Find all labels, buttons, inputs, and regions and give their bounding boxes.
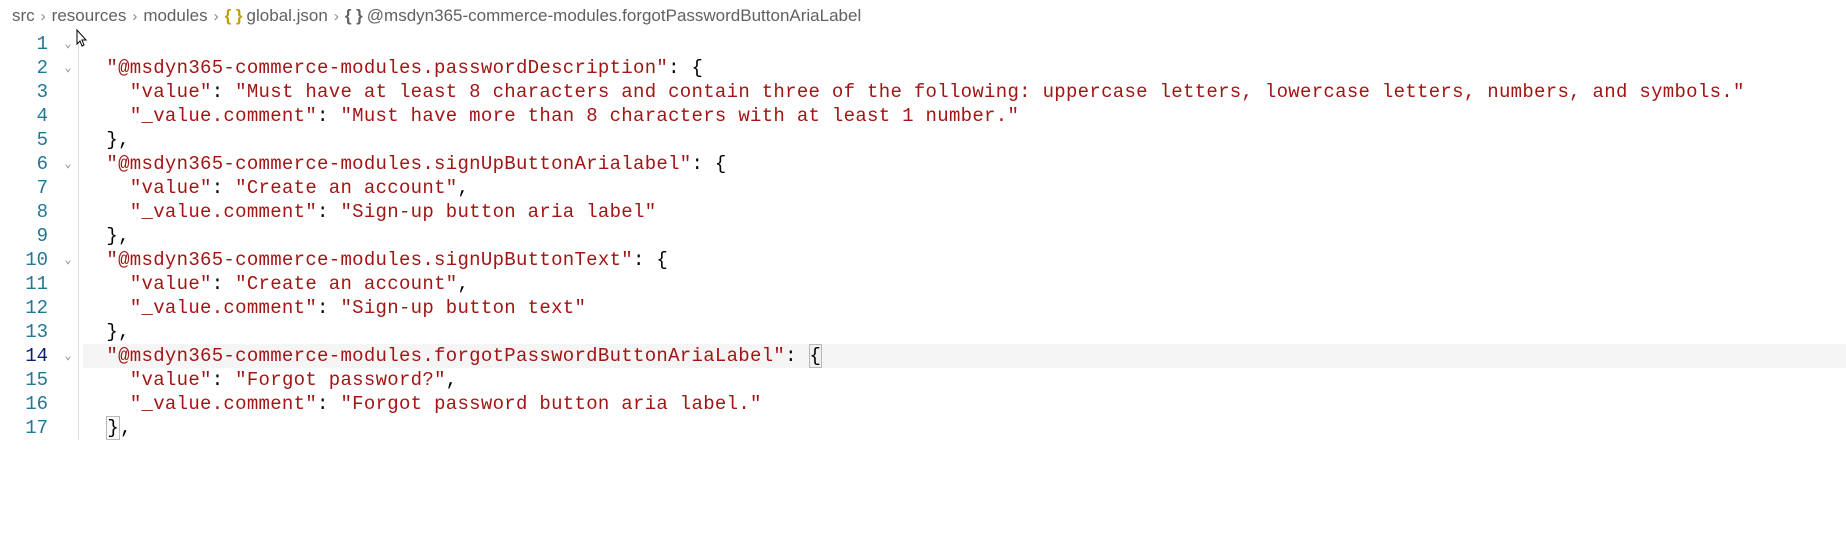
line-number[interactable]: 8 xyxy=(0,200,48,224)
breadcrumb: src › resources › modules › { }global.js… xyxy=(0,0,1846,32)
line-number[interactable]: 15 xyxy=(0,368,48,392)
fold-gutter: ⌄ ⌄ ⌄ ⌄ ⌄ xyxy=(58,32,78,440)
code-line[interactable]: }, xyxy=(83,224,1846,248)
breadcrumb-item-resources[interactable]: resources xyxy=(52,6,127,26)
line-number[interactable]: 12 xyxy=(0,296,48,320)
chevron-right-icon: › xyxy=(214,8,219,25)
code-line[interactable]: "value": "Create an account", xyxy=(83,272,1846,296)
line-number[interactable]: 5 xyxy=(0,128,48,152)
json-object-icon: { } xyxy=(345,6,363,25)
fold-toggle[interactable]: ⌄ xyxy=(58,152,78,176)
breadcrumb-item-modules[interactable]: modules xyxy=(143,6,207,26)
line-number[interactable]: 4 xyxy=(0,104,48,128)
breadcrumb-item-src[interactable]: src xyxy=(12,6,35,26)
line-number[interactable]: 3 xyxy=(0,80,48,104)
fold-toggle[interactable]: ⌄ xyxy=(58,248,78,272)
code-line[interactable]: "value": "Create an account", xyxy=(83,176,1846,200)
code-line[interactable]: "value": "Must have at least 8 character… xyxy=(83,80,1846,104)
code-line[interactable]: "_value.comment": "Must have more than 8… xyxy=(83,104,1846,128)
code-line[interactable]: }, xyxy=(83,128,1846,152)
line-number[interactable]: 11 xyxy=(0,272,48,296)
line-number[interactable]: 13 xyxy=(0,320,48,344)
code-line[interactable]: }, xyxy=(83,416,1846,440)
line-number[interactable]: 17 xyxy=(0,416,48,440)
fold-toggle[interactable]: ⌄ xyxy=(58,56,78,80)
line-number[interactable]: 16 xyxy=(0,392,48,416)
code-line[interactable]: "_value.comment": "Sign-up button text" xyxy=(83,296,1846,320)
code-line[interactable]: "@msdyn365-commerce-modules.forgotPasswo… xyxy=(83,344,1846,368)
code-line[interactable]: "@msdyn365-commerce-modules.passwordDesc… xyxy=(83,56,1846,80)
line-number[interactable]: 1 xyxy=(0,32,48,56)
line-number-gutter: 1 2 3 4 5 6 7 8 9 10 11 12 13 14 15 16 1… xyxy=(0,32,58,440)
json-file-icon: { } xyxy=(225,6,243,25)
chevron-right-icon: › xyxy=(132,8,137,25)
chevron-right-icon: › xyxy=(334,8,339,25)
code-line[interactable]: "value": "Forgot password?", xyxy=(83,368,1846,392)
fold-toggle[interactable]: ⌄ xyxy=(58,344,78,368)
line-number[interactable]: 10 xyxy=(0,248,48,272)
line-number[interactable]: 9 xyxy=(0,224,48,248)
line-number[interactable]: 2 xyxy=(0,56,48,80)
code-editor[interactable]: 1 2 3 4 5 6 7 8 9 10 11 12 13 14 15 16 1… xyxy=(0,32,1846,440)
line-number[interactable]: 6 xyxy=(0,152,48,176)
line-number[interactable]: 14 xyxy=(0,344,48,368)
code-line[interactable]: "@msdyn365-commerce-modules.signUpButton… xyxy=(83,152,1846,176)
breadcrumb-item-file[interactable]: { }global.json xyxy=(225,6,328,26)
breadcrumb-item-symbol[interactable]: { }@msdyn365-commerce-modules.forgotPass… xyxy=(345,6,861,26)
code-line[interactable]: "_value.comment": "Forgot password butto… xyxy=(83,392,1846,416)
code-line[interactable]: "_value.comment": "Sign-up button aria l… xyxy=(83,200,1846,224)
code-line[interactable]: "@msdyn365-commerce-modules.signUpButton… xyxy=(83,248,1846,272)
line-number[interactable]: 7 xyxy=(0,176,48,200)
chevron-right-icon: › xyxy=(41,8,46,25)
code-area[interactable]: "@msdyn365-commerce-modules.passwordDesc… xyxy=(78,32,1846,440)
code-line[interactable] xyxy=(83,32,1846,56)
code-line[interactable]: }, xyxy=(83,320,1846,344)
fold-toggle[interactable]: ⌄ xyxy=(58,32,78,56)
